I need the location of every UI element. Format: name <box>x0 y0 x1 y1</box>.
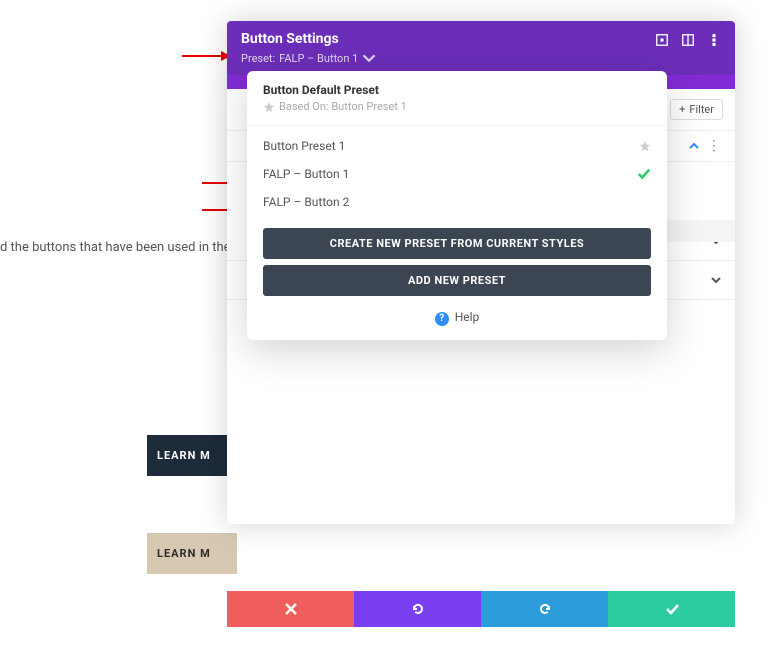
redo-icon <box>537 601 553 617</box>
close-icon <box>283 601 299 617</box>
filter-label: Filter <box>689 103 714 116</box>
bg-button-dark[interactable]: LEARN M <box>147 435 237 476</box>
action-bar <box>227 591 735 627</box>
help-link[interactable]: ? Help <box>247 296 667 330</box>
undo-icon <box>410 601 426 617</box>
preset-selector[interactable]: Preset: FALP – Button 1 <box>241 51 376 65</box>
kebab-menu-icon[interactable] <box>707 33 721 47</box>
expand-icon[interactable] <box>655 33 669 47</box>
arrow-icon <box>182 55 230 57</box>
preset-name: FALP – Button 1 <box>279 52 358 65</box>
create-preset-button[interactable]: CREATE NEW PRESET FROM CURRENT STYLES <box>263 228 651 259</box>
preset-prefix: Preset: <box>241 52 275 65</box>
bg-button-tan[interactable]: LEARN M <box>147 533 237 574</box>
preset-item[interactable]: FALP – Button 1 <box>247 160 667 188</box>
plus-icon: + <box>679 103 685 116</box>
default-preset-title: Button Default Preset <box>263 83 651 97</box>
chevron-down-icon <box>362 51 376 65</box>
redo-button[interactable] <box>481 591 608 627</box>
cancel-button[interactable] <box>227 591 354 627</box>
preset-item-label: FALP – Button 2 <box>263 195 349 209</box>
undo-button[interactable] <box>354 591 481 627</box>
star-icon <box>263 101 275 113</box>
bg-description: d the buttons that have been used in the… <box>0 240 237 255</box>
preset-item[interactable]: FALP – Button 2 <box>247 188 667 216</box>
panel-header: Button Settings Preset: FALP – Button 1 <box>227 21 735 75</box>
grey-strip <box>655 220 735 242</box>
default-preset-section[interactable]: Button Default Preset Based On: Button P… <box>247 71 667 126</box>
preset-list: Button Preset 1 FALP – Button 1 FALP – B… <box>247 126 667 222</box>
check-icon <box>664 601 680 617</box>
help-icon: ? <box>435 312 449 326</box>
add-preset-button[interactable]: ADD NEW PRESET <box>263 265 651 296</box>
preset-dropdown: Button Default Preset Based On: Button P… <box>247 71 667 340</box>
preset-item[interactable]: Button Preset 1 <box>247 132 667 160</box>
chevron-down-icon <box>711 275 721 285</box>
filter-button[interactable]: + Filter <box>670 99 723 120</box>
preset-item-label: Button Preset 1 <box>263 139 345 153</box>
based-on-label: Based On: Button Preset 1 <box>279 100 407 113</box>
chevron-up-icon[interactable] <box>689 141 699 151</box>
save-button[interactable] <box>608 591 735 627</box>
kebab-menu-icon[interactable]: ⋮ <box>707 141 721 151</box>
star-icon <box>639 140 651 152</box>
panel-title: Button Settings <box>241 31 376 47</box>
check-icon <box>637 167 651 181</box>
help-label: Help <box>455 310 480 324</box>
preset-item-label: FALP – Button 1 <box>263 167 349 181</box>
columns-icon[interactable] <box>681 33 695 47</box>
default-preset-sub: Based On: Button Preset 1 <box>263 100 651 113</box>
